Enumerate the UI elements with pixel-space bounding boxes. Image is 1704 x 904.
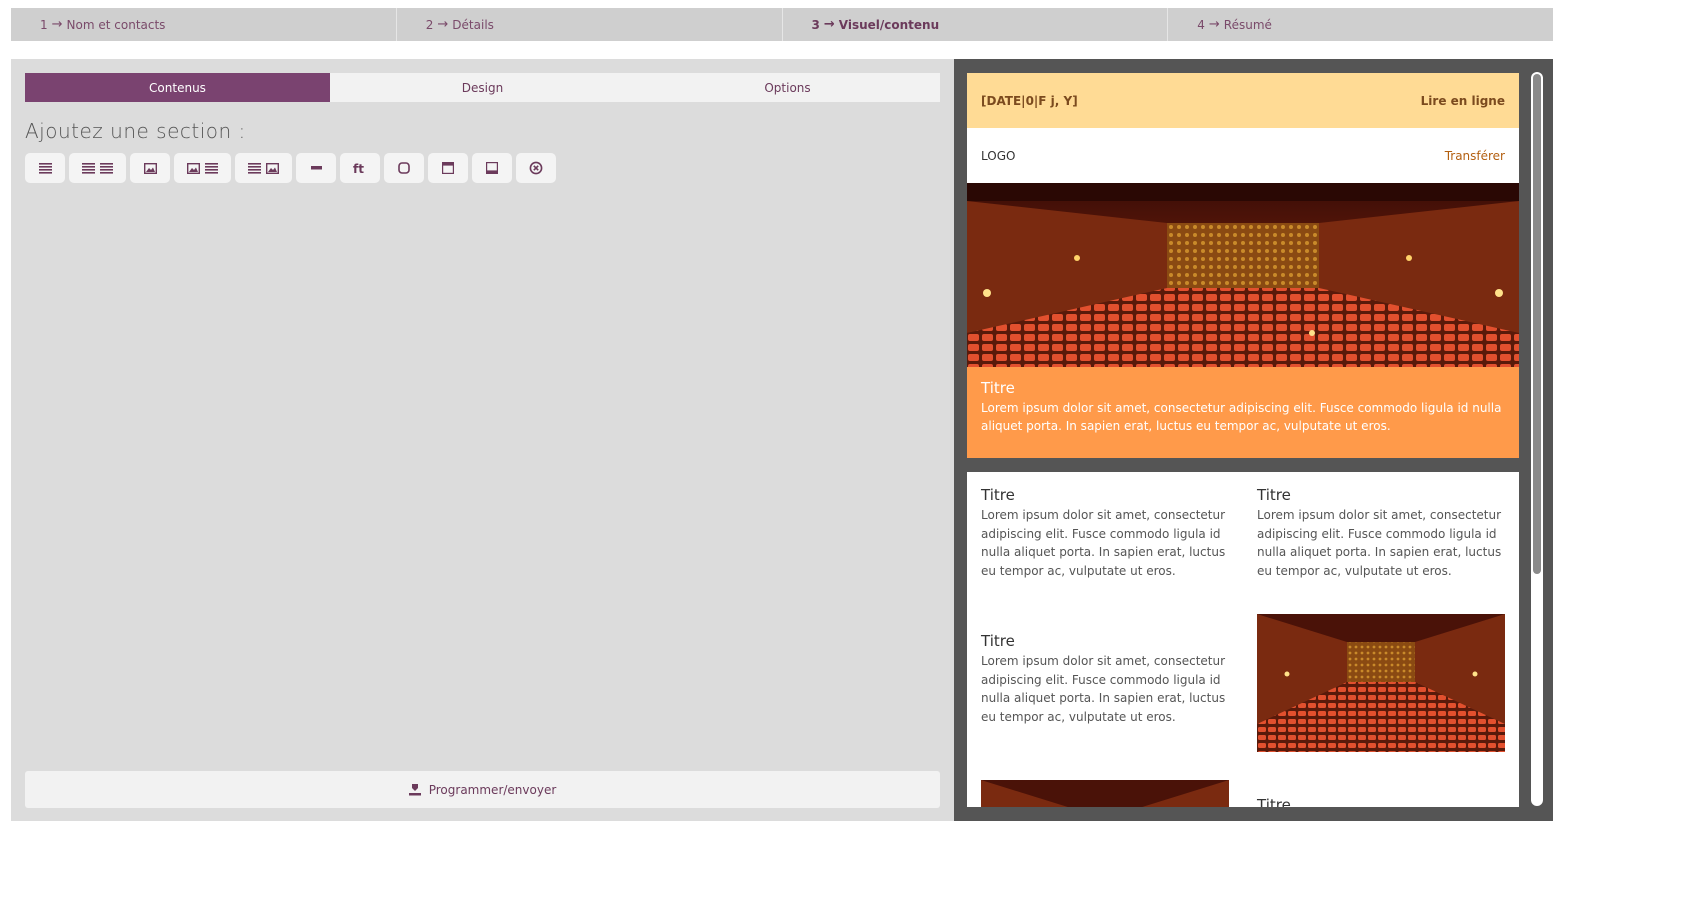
column-text: Lorem ipsum dolor sit amet, consectetur … (981, 508, 1226, 578)
add-section-title: Ajoutez une section : (25, 119, 246, 143)
editor-tabs: Contenus Design Options (25, 73, 940, 102)
arrow-right-icon: → (823, 17, 835, 32)
forward-link[interactable]: Transférer (1445, 149, 1505, 163)
step-number: 4 (1197, 17, 1205, 32)
content-block: Titre Lorem ipsum dolor sit amet, consec… (967, 472, 1519, 807)
step-label: Détails (452, 17, 494, 32)
arrow-right-icon: → (437, 17, 449, 32)
logo-placeholder: LOGO (981, 148, 1016, 163)
step-4[interactable]: 4 → Résumé (1168, 8, 1553, 41)
preview-topbar: [DATE|0|F j, Y] Lire en ligne (967, 73, 1519, 128)
preview-panel: [DATE|0|F j, Y] Lire en ligne LOGO Trans… (954, 59, 1553, 821)
tab-contenus[interactable]: Contenus (25, 73, 330, 102)
arrow-right-icon: → (1208, 17, 1220, 32)
add-divider-button[interactable] (296, 153, 336, 183)
add-button-section-button[interactable] (384, 153, 424, 183)
add-text-section-button[interactable] (25, 153, 65, 183)
column-text: Lorem ipsum dolor sit amet, consectetur … (1257, 508, 1502, 578)
step-number: 1 (40, 17, 48, 32)
text-column: Titre Lorem ipsum dolor sit amet, consec… (981, 486, 1229, 580)
add-header-button[interactable] (428, 153, 468, 183)
column-title: Titre (1257, 486, 1291, 504)
send-icon (408, 784, 421, 796)
text-lines-icon (100, 162, 113, 174)
column-title: Titre (981, 486, 1015, 504)
close-circle-icon (529, 161, 543, 175)
remove-section-button[interactable] (516, 153, 556, 183)
add-footer-button[interactable] (472, 153, 512, 183)
online-link[interactable]: Lire en ligne (1421, 94, 1505, 108)
image-icon (143, 162, 157, 174)
step-1[interactable]: 1 → Nom et contacts (11, 8, 397, 41)
text-lines-icon (248, 162, 261, 174)
section-toolbar: ft (25, 153, 556, 183)
text-lines-icon (205, 162, 218, 174)
text-lines-icon (38, 162, 52, 174)
newsletter-preview: [DATE|0|F j, Y] Lire en ligne LOGO Trans… (967, 73, 1519, 807)
add-image-text-button[interactable] (174, 153, 231, 183)
svg-text:ft: ft (353, 162, 364, 174)
column-text: Lorem ipsum dolor sit amet, consectetur … (981, 654, 1226, 724)
wizard-stepper: 1 → Nom et contacts 2 → Détails 3 → Visuel/con… (11, 8, 1553, 41)
tab-design[interactable]: Design (330, 73, 635, 102)
date-tag: [DATE|0|F j, Y] (981, 93, 1078, 108)
divider-icon (310, 166, 322, 170)
step-number: 3 (811, 17, 820, 32)
hero-title: Titre (981, 379, 1015, 397)
column-title: Titre (981, 632, 1015, 650)
arrow-right-icon: → (51, 17, 63, 32)
theater-image (981, 780, 1229, 807)
step-2[interactable]: 2 → Détails (397, 8, 783, 41)
image-icon (266, 162, 279, 174)
add-two-columns-text-button[interactable] (69, 153, 126, 183)
step-label: Nom et contacts (66, 17, 166, 32)
hero-image (967, 183, 1519, 367)
social-icon: ft (353, 162, 364, 174)
add-text-image-button[interactable] (235, 153, 292, 183)
tab-options[interactable]: Options (635, 73, 940, 102)
step-3[interactable]: 3 → Visuel/contenu (783, 8, 1169, 41)
preview-scrollbar[interactable] (1531, 72, 1543, 806)
add-social-button[interactable]: ft (340, 153, 380, 183)
step-label: Résumé (1223, 17, 1272, 32)
schedule-send-button[interactable]: Programmer/envoyer (25, 771, 940, 808)
text-column: Titre (1257, 796, 1505, 807)
step-number: 2 (425, 17, 434, 32)
text-column: Titre Lorem ipsum dolor sit amet, consec… (981, 632, 1229, 726)
editor-panel: Contenus Design Options Ajoutez une sect… (11, 59, 954, 821)
theater-image (1257, 614, 1505, 752)
image-icon (187, 162, 200, 174)
hero-text: Lorem ipsum dolor sit amet, consectetur … (981, 401, 1502, 433)
button-shape-icon (398, 162, 410, 174)
footer-layout-icon (486, 162, 498, 174)
text-column: Titre Lorem ipsum dolor sit amet, consec… (1257, 486, 1505, 580)
scrollbar-thumb[interactable] (1533, 74, 1541, 574)
step-label: Visuel/contenu (838, 17, 940, 32)
column-title: Titre (1257, 796, 1291, 807)
section-gap (967, 458, 1519, 472)
header-layout-icon (442, 162, 454, 174)
hero-text-block: Titre Lorem ipsum dolor sit amet, consec… (967, 367, 1519, 458)
send-label: Programmer/envoyer (428, 782, 557, 797)
preview-logobar: LOGO Transférer (967, 128, 1519, 183)
add-image-section-button[interactable] (130, 153, 170, 183)
text-lines-icon (82, 162, 95, 174)
